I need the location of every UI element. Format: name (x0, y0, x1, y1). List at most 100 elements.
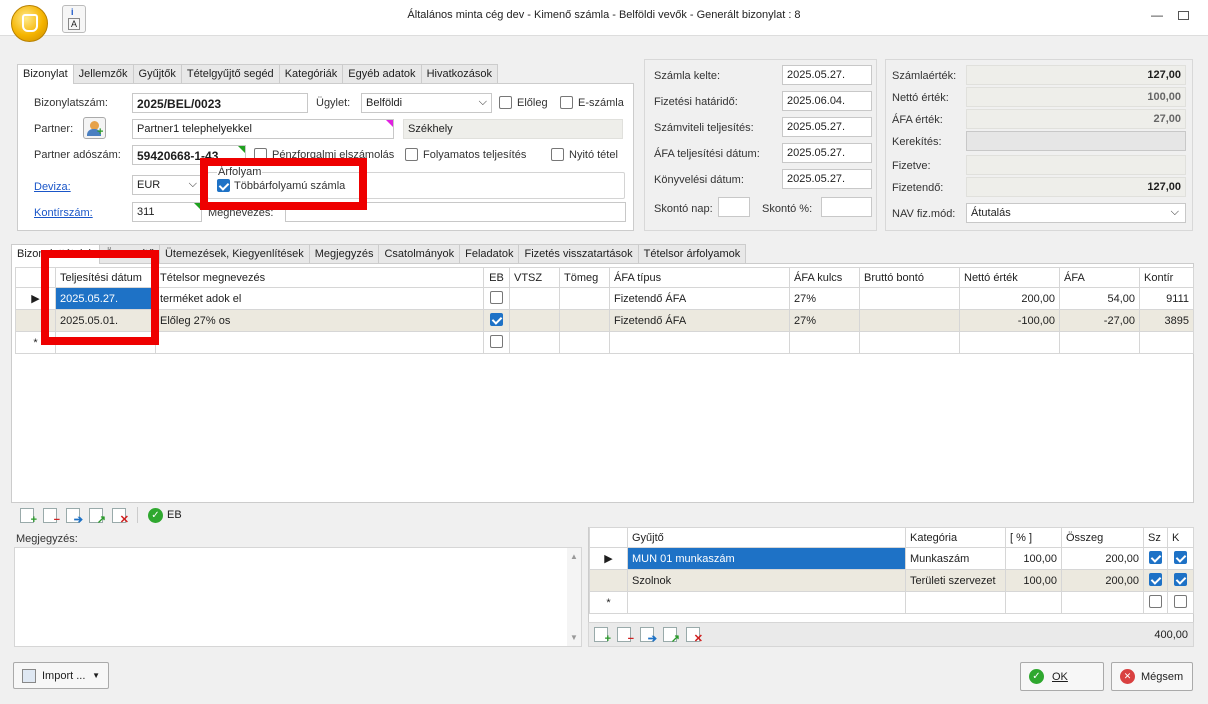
cell-name[interactable]: terméket adok el (155, 287, 484, 310)
cell-brutto-bonto[interactable] (859, 287, 960, 310)
col-eb[interactable]: EB (483, 267, 510, 288)
szamviteli-field[interactable]: 2025.05.27. (782, 117, 872, 137)
tab-gyujtok[interactable]: Gyűjtők (132, 64, 182, 83)
add-row-icon[interactable]: + (20, 507, 37, 525)
minimize-icon[interactable]: — (1150, 9, 1164, 21)
table-row[interactable]: ▶ MUN 01 munkaszám Munkaszám 100,00 200,… (589, 547, 1194, 570)
cell-brutto-bonto[interactable] (859, 331, 960, 354)
col-afa-tipus[interactable]: ÁFA típus (609, 267, 790, 288)
table-row[interactable]: 2025.05.01. Előleg 27% os Fizetendő ÁFA … (15, 309, 1194, 332)
deviza-select[interactable]: EUR ⌵ (132, 175, 202, 195)
col-kontir[interactable]: Kontír (1139, 267, 1194, 288)
cell-netto[interactable]: -100,00 (959, 309, 1060, 332)
cell-kategoria[interactable]: Munkaszám (905, 547, 1006, 570)
table-row[interactable]: ▶ 2025.05.27. terméket adok el Fizetendő… (15, 287, 1194, 310)
cancel-button[interactable]: ✕ Mégsem (1111, 662, 1193, 691)
cell-kategoria[interactable] (905, 591, 1006, 614)
scroll-down-icon[interactable]: ▼ (570, 633, 578, 642)
cell-pct[interactable]: 100,00 (1005, 569, 1062, 592)
cell-afa[interactable] (1059, 331, 1140, 354)
cell-kategoria[interactable]: Területi szervezet (905, 569, 1006, 592)
restore-icon[interactable] (1178, 11, 1189, 20)
eszamla-checkbox[interactable] (560, 96, 573, 109)
skonto-nap-field[interactable] (718, 197, 750, 217)
cell-afa-tipus[interactable]: Fizetendő ÁFA (609, 309, 790, 332)
tab-bizonylat[interactable]: Bizonylat (17, 64, 74, 84)
new-row[interactable]: * (15, 331, 1194, 354)
delete-row-icon[interactable]: − (43, 507, 60, 525)
cell-tomeg[interactable] (559, 309, 610, 332)
copy-row-icon[interactable]: ↗ (89, 507, 106, 525)
move-row-icon[interactable]: ➔ (66, 507, 83, 525)
cell-k[interactable] (1167, 547, 1194, 570)
cell-afa-kulcs[interactable]: 27% (789, 309, 860, 332)
cell-sz[interactable] (1143, 547, 1168, 570)
cell-tomeg[interactable] (559, 331, 610, 354)
cell-vtsz[interactable] (509, 287, 560, 310)
cell-sz[interactable] (1143, 591, 1168, 614)
megjegyzes-textarea[interactable]: ▲ ▼ (14, 547, 582, 647)
check-icon[interactable]: ✓ (148, 507, 163, 523)
col-pct[interactable]: [ % ] (1005, 527, 1062, 548)
afa-telj-field[interactable]: 2025.05.27. (782, 143, 872, 163)
cell-gyujto[interactable] (627, 591, 906, 614)
k-checkbox[interactable] (1174, 594, 1187, 608)
cell-kontir[interactable]: 3895 (1139, 309, 1194, 332)
eloleg-checkbox[interactable] (499, 96, 512, 109)
new-row[interactable]: * (589, 591, 1194, 614)
cell-afa-tipus[interactable]: Fizetendő ÁFA (609, 287, 790, 310)
col-tetelsor-megnevezes[interactable]: Tételsor megnevezés (155, 267, 484, 288)
kontirszam-link[interactable]: Kontírszám: (34, 207, 93, 219)
col-brutto-bonto[interactable]: Bruttó bontó (859, 267, 960, 288)
cell-tomeg[interactable] (559, 287, 610, 310)
partner-lookup-icon[interactable]: + (83, 117, 106, 139)
delete-row-icon[interactable]: − (617, 627, 634, 645)
ok-button[interactable]: ✓ OK (1020, 662, 1104, 691)
nyito-tetel-checkbox[interactable] (551, 148, 564, 161)
cell-afa-kulcs[interactable] (789, 331, 860, 354)
cell-vtsz[interactable] (509, 309, 560, 332)
eb-checkbox[interactable] (490, 312, 503, 326)
cell-pct[interactable]: 100,00 (1005, 547, 1062, 570)
szamla-kelte-field[interactable]: 2025.05.27. (782, 65, 872, 85)
col-osszeg[interactable]: Összeg (1061, 527, 1144, 548)
cell-netto[interactable]: 200,00 (959, 287, 1060, 310)
tab-feladatok[interactable]: Feladatok (459, 244, 520, 263)
clear-rows-icon[interactable]: ✕ (686, 627, 703, 645)
cell-gyujto[interactable]: Szolnok (627, 569, 906, 592)
cell-k[interactable] (1167, 591, 1194, 614)
tab-utemezesek[interactable]: Ütemezések, Kiegyenlítések (158, 244, 310, 263)
kontirszam-field[interactable]: 311 (132, 202, 202, 222)
eb-checkbox[interactable] (490, 334, 503, 348)
tab-kategoriak[interactable]: Kategóriák (278, 64, 344, 83)
col-afa-kulcs[interactable]: ÁFA kulcs (789, 267, 860, 288)
col-k[interactable]: K (1167, 527, 1194, 548)
cell-osszeg[interactable]: 200,00 (1061, 547, 1144, 570)
cell-afa-kulcs[interactable]: 27% (789, 287, 860, 310)
ugylet-select[interactable]: Belföldi ⌵ (361, 93, 492, 113)
cell-eb[interactable] (483, 331, 510, 354)
tab-megjegyzes[interactable]: Megjegyzés (308, 244, 380, 263)
partner-field[interactable]: Partner1 telephelyekkel (132, 119, 394, 139)
tab-tetelsor-arfolyamok[interactable]: Tételsor árfolyamok (637, 244, 747, 263)
cell-eb[interactable] (483, 309, 510, 332)
tab-egyeb-adatok[interactable]: Egyéb adatok (342, 64, 422, 83)
cell-afa-tipus[interactable] (609, 331, 790, 354)
tab-tetelgyujto-seged[interactable]: Tételgyűjtő segéd (180, 64, 280, 83)
cell-netto[interactable] (959, 331, 1060, 354)
col-sz[interactable]: Sz (1143, 527, 1168, 548)
k-checkbox[interactable] (1174, 572, 1187, 586)
col-gyujto[interactable]: Gyűjtő (627, 527, 906, 548)
scroll-up-icon[interactable]: ▲ (570, 552, 578, 561)
sz-checkbox[interactable] (1149, 572, 1162, 586)
import-button[interactable]: Import ... ▼ (13, 662, 109, 689)
cell-name[interactable]: Előleg 27% os (155, 309, 484, 332)
cell-name[interactable] (155, 331, 484, 354)
eb-checkbox[interactable] (490, 290, 503, 304)
cell-kontir[interactable]: 9111 (1139, 287, 1194, 310)
cell-osszeg[interactable] (1061, 591, 1144, 614)
fizetesi-hatarido-field[interactable]: 2025.06.04. (782, 91, 872, 111)
cell-brutto-bonto[interactable] (859, 309, 960, 332)
skonto-pct-field[interactable] (821, 197, 872, 217)
nav-select[interactable]: Átutalás ⌵ (966, 203, 1186, 223)
